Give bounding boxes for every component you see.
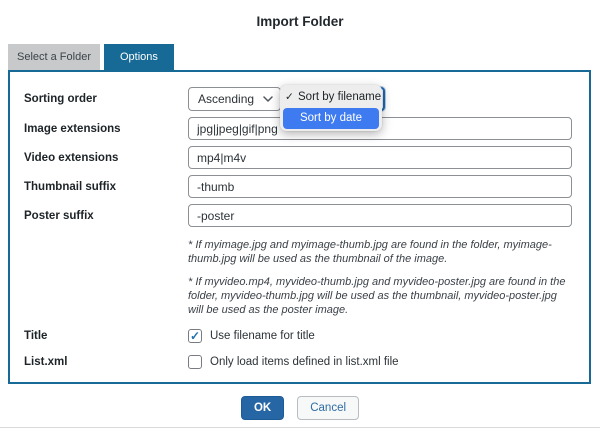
video-extensions-input[interactable] xyxy=(188,146,572,169)
sort-field-dropdown-menu: ✓ Sort by filename Sort by date xyxy=(280,85,382,131)
menu-item-label: Sort by filename xyxy=(298,87,381,108)
use-filename-checkbox[interactable]: ✓ xyxy=(188,329,202,343)
poster-suffix-label: Poster suffix xyxy=(24,204,188,222)
poster-note: * If myvideo.mp4, myvideo-thumb.jpg and … xyxy=(188,275,572,317)
thumbnail-note: * If myimage.jpg and myimage-thumb.jpg a… xyxy=(188,238,572,266)
dialog-title: Import Folder xyxy=(0,0,600,31)
use-filename-checkbox-label: Use filename for title xyxy=(210,330,315,342)
sorting-order-value: Ascending xyxy=(198,92,254,106)
image-extensions-label: Image extensions xyxy=(24,117,188,135)
import-folder-dialog: Import Folder Select a Folder Options So… xyxy=(0,0,600,420)
ok-button[interactable]: OK xyxy=(241,396,284,420)
poster-suffix-input[interactable] xyxy=(188,204,572,227)
tab-bar: Select a Folder Options xyxy=(8,44,600,70)
cancel-button[interactable]: Cancel xyxy=(297,396,359,420)
thumbnail-suffix-row: Thumbnail suffix xyxy=(10,175,589,198)
thumbnail-suffix-label: Thumbnail suffix xyxy=(24,175,188,193)
video-extensions-row: Video extensions xyxy=(10,146,589,169)
sorting-order-label: Sorting order xyxy=(24,87,188,105)
menu-item-sort-by-date[interactable]: Sort by date xyxy=(283,108,379,129)
listxml-checkbox-label: Only load items defined in list.xml file xyxy=(210,356,399,368)
listxml-label: List.xml xyxy=(24,356,188,368)
video-extensions-label: Video extensions xyxy=(24,146,188,164)
poster-suffix-row: Poster suffix xyxy=(10,204,589,227)
listxml-checkbox[interactable] xyxy=(188,355,202,369)
tab-select-a-folder[interactable]: Select a Folder xyxy=(8,44,100,70)
menu-item-label: Sort by date xyxy=(300,108,362,129)
menu-item-sort-by-filename[interactable]: ✓ Sort by filename xyxy=(280,87,382,108)
thumbnail-suffix-input[interactable] xyxy=(188,175,572,198)
chevron-down-icon xyxy=(263,96,273,102)
title-row: Title ✓ Use filename for title xyxy=(10,329,589,343)
checkmark-icon: ✓ xyxy=(190,330,200,342)
options-panel: Sorting order Ascending Sort by filename… xyxy=(8,70,591,384)
listxml-row: List.xml Only load items defined in list… xyxy=(10,355,589,369)
help-notes: * If myimage.jpg and myimage-thumb.jpg a… xyxy=(188,238,572,317)
tab-options[interactable]: Options xyxy=(104,44,174,70)
dialog-bottom-divider xyxy=(0,427,600,428)
title-label: Title xyxy=(24,330,188,342)
sorting-order-select[interactable]: Ascending xyxy=(188,87,281,111)
dialog-actions: OK Cancel xyxy=(0,396,600,420)
check-icon: ✓ xyxy=(285,87,298,108)
